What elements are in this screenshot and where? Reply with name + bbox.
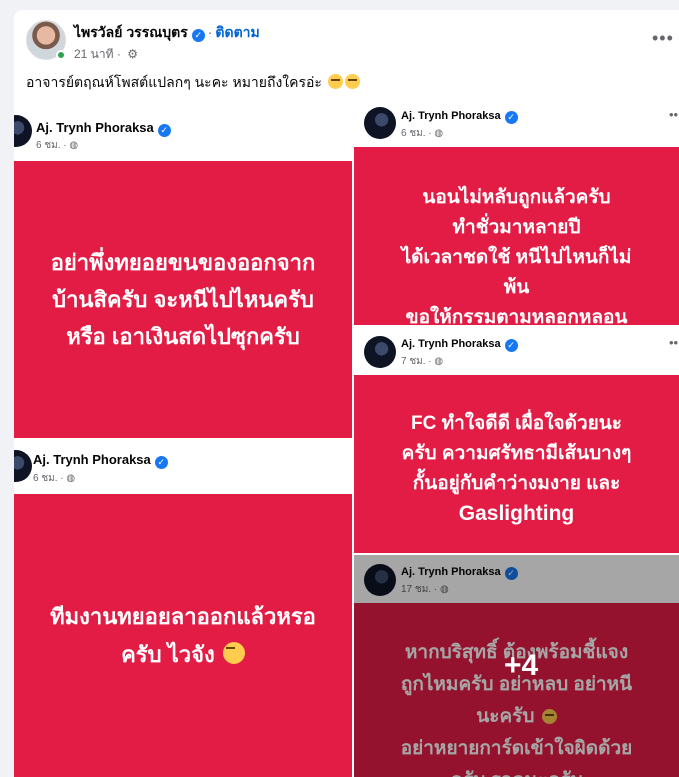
tile-header: Aj. Trynh Phoraksa ✓ 6 ชม. · ◍ <box>14 440 352 494</box>
tile-avatar <box>364 107 396 139</box>
tile-meta: 7 ชม. · ◍ <box>401 356 444 367</box>
post-meta: 21 นาที · ⚙ <box>74 45 138 64</box>
tile-meta: 6 ชม. · ◍ <box>36 140 79 151</box>
tile-text-line: ได้เวลาชดใช้ หนีไปไหนก็ไม่ <box>401 247 632 268</box>
tile-author-name: Aj. Trynh Phoraksa ✓ <box>33 452 168 469</box>
tile-text-line: นอนไม่หลับถูกแล้วครับ <box>422 187 611 208</box>
post-time[interactable]: 21 นาที <box>74 47 114 61</box>
verified-badge-icon: ✓ <box>154 456 168 469</box>
tile-avatar <box>14 115 32 147</box>
rolling-eyes-emoji-icon <box>344 74 360 89</box>
more-options-icon: •• <box>669 335 679 350</box>
media-tile[interactable]: Aj. Trynh Phoraksa ✓ 7 ชม. · ◍ •• FC ทำใจ… <box>354 327 679 553</box>
tile-text-line: ครับ ความศรัทธามีเส้นบางๆ <box>401 443 632 464</box>
more-options-icon[interactable]: ••• <box>652 28 674 49</box>
post-caption: อาจารย์ตฤณห์โพสต์แปลกๆ นะคะ หมายถึงใครอ่… <box>26 72 360 94</box>
shushing-face-emoji-icon <box>222 641 245 664</box>
tile-text-line: กั้นอยู่กับคำว่างมงาย และ <box>412 473 621 494</box>
post-header: ไพรวัลย์ วรรณบุตร ✓ · ติดตาม 21 นาที · ⚙ ••… <box>14 10 679 70</box>
verified-badge-icon: ✓ <box>191 29 205 42</box>
globe-icon: ◍ <box>434 356 444 367</box>
facebook-post: ไพรวัลย์ วรรณบุตร ✓ · ติดตาม 21 นาที · ⚙ ••… <box>14 10 679 777</box>
tile-meta: 6 ชม. · ◍ <box>33 473 76 484</box>
tile-header: Aj. Trynh Phoraksa ✓ 7 ชม. · ◍ •• <box>354 327 679 375</box>
tile-author-name: Aj. Trynh Phoraksa ✓ <box>401 338 518 352</box>
tile-red-card: ทีมงานทยอยลาออกแล้วหรอ ครับ ไวจัง <box>14 494 352 777</box>
globe-icon: ◍ <box>434 128 444 139</box>
more-photos-count[interactable]: +4 <box>504 649 538 683</box>
tile-header: Aj. Trynh Phoraksa ✓ 6 ชม. · ◍ <box>14 101 352 161</box>
tile-text-line: Gaslighting <box>458 502 575 525</box>
tile-text-line: FC ทำใจดีดี เผื่อใจด้วยนะ <box>411 413 622 434</box>
more-options-icon: •• <box>669 107 679 122</box>
separator-dot: · <box>207 24 213 40</box>
author-name[interactable]: ไพรวัลย์ วรรณบุตร <box>74 24 188 40</box>
globe-icon: ◍ <box>69 140 79 151</box>
tile-red-card: อย่าพึ่งทยอยขนของออกจาก บ้านสิครับ จะหนี… <box>14 161 352 438</box>
tile-text-line: พ้น <box>503 277 530 298</box>
tile-meta: 6 ชม. · ◍ <box>401 128 444 139</box>
tile-avatar <box>14 450 32 482</box>
tile-text-line: หรือ เอาเงินสดไปซุกครับ <box>66 324 300 349</box>
tile-text-line: ครับ ไวจัง <box>121 636 245 674</box>
media-tile[interactable]: Aj. Trynh Phoraksa ✓ 6 ชม. · ◍ ทีมงานทยอย… <box>14 440 352 777</box>
tile-text-line: ขอให้กรรมตามหลอกหลอน <box>405 307 628 325</box>
caption-text: อาจารย์ตฤณห์โพสต์แปลกๆ นะคะ หมายถึงใครอ่… <box>26 74 322 90</box>
verified-badge-icon: ✓ <box>504 111 518 124</box>
media-tile[interactable]: Aj. Trynh Phoraksa ✓ 6 ชม. · ◍ •• นอนไม่ห… <box>354 101 679 325</box>
tile-avatar <box>364 336 396 368</box>
author-line: ไพรวัลย์ วรรณบุตร ✓ · ติดตาม <box>74 22 260 44</box>
tile-header: Aj. Trynh Phoraksa ✓ 6 ชม. · ◍ •• <box>354 101 679 149</box>
tile-red-card: FC ทำใจดีดี เผื่อใจด้วยนะ ครับ ความศรัทธ… <box>354 375 679 553</box>
separator-dot: · <box>113 47 125 61</box>
media-grid[interactable]: Aj. Trynh Phoraksa ✓ 6 ชม. · ◍ อย่าพึ่งทย… <box>14 101 679 777</box>
online-status-icon <box>56 50 66 60</box>
tile-text-line: อย่าพึ่งทยอยขนของออกจาก <box>50 250 316 275</box>
tile-author-name: Aj. Trynh Phoraksa ✓ <box>401 110 518 124</box>
verified-badge-icon: ✓ <box>157 124 171 137</box>
tile-author-name: Aj. Trynh Phoraksa ✓ <box>36 120 171 137</box>
tile-text-line: ทีมงานทยอยลาออกแล้วหรอ <box>50 603 316 629</box>
tile-text-line: ทำชั่วมาหลายปี <box>452 217 581 238</box>
privacy-gear-icon: ⚙ <box>127 47 138 61</box>
tile-text-line: บ้านสิครับ จะหนีไปไหนครับ <box>52 287 314 312</box>
follow-button[interactable]: ติดตาม <box>215 24 259 40</box>
verified-badge-icon: ✓ <box>504 339 518 352</box>
globe-icon: ◍ <box>66 473 76 484</box>
rolling-eyes-emoji-icon <box>327 74 343 89</box>
media-tile[interactable]: Aj. Trynh Phoraksa ✓ 6 ชม. · ◍ อย่าพึ่งทย… <box>14 101 352 438</box>
tile-red-card: นอนไม่หลับถูกแล้วครับ ทำชั่วมาหลายปี ได้… <box>354 147 679 325</box>
